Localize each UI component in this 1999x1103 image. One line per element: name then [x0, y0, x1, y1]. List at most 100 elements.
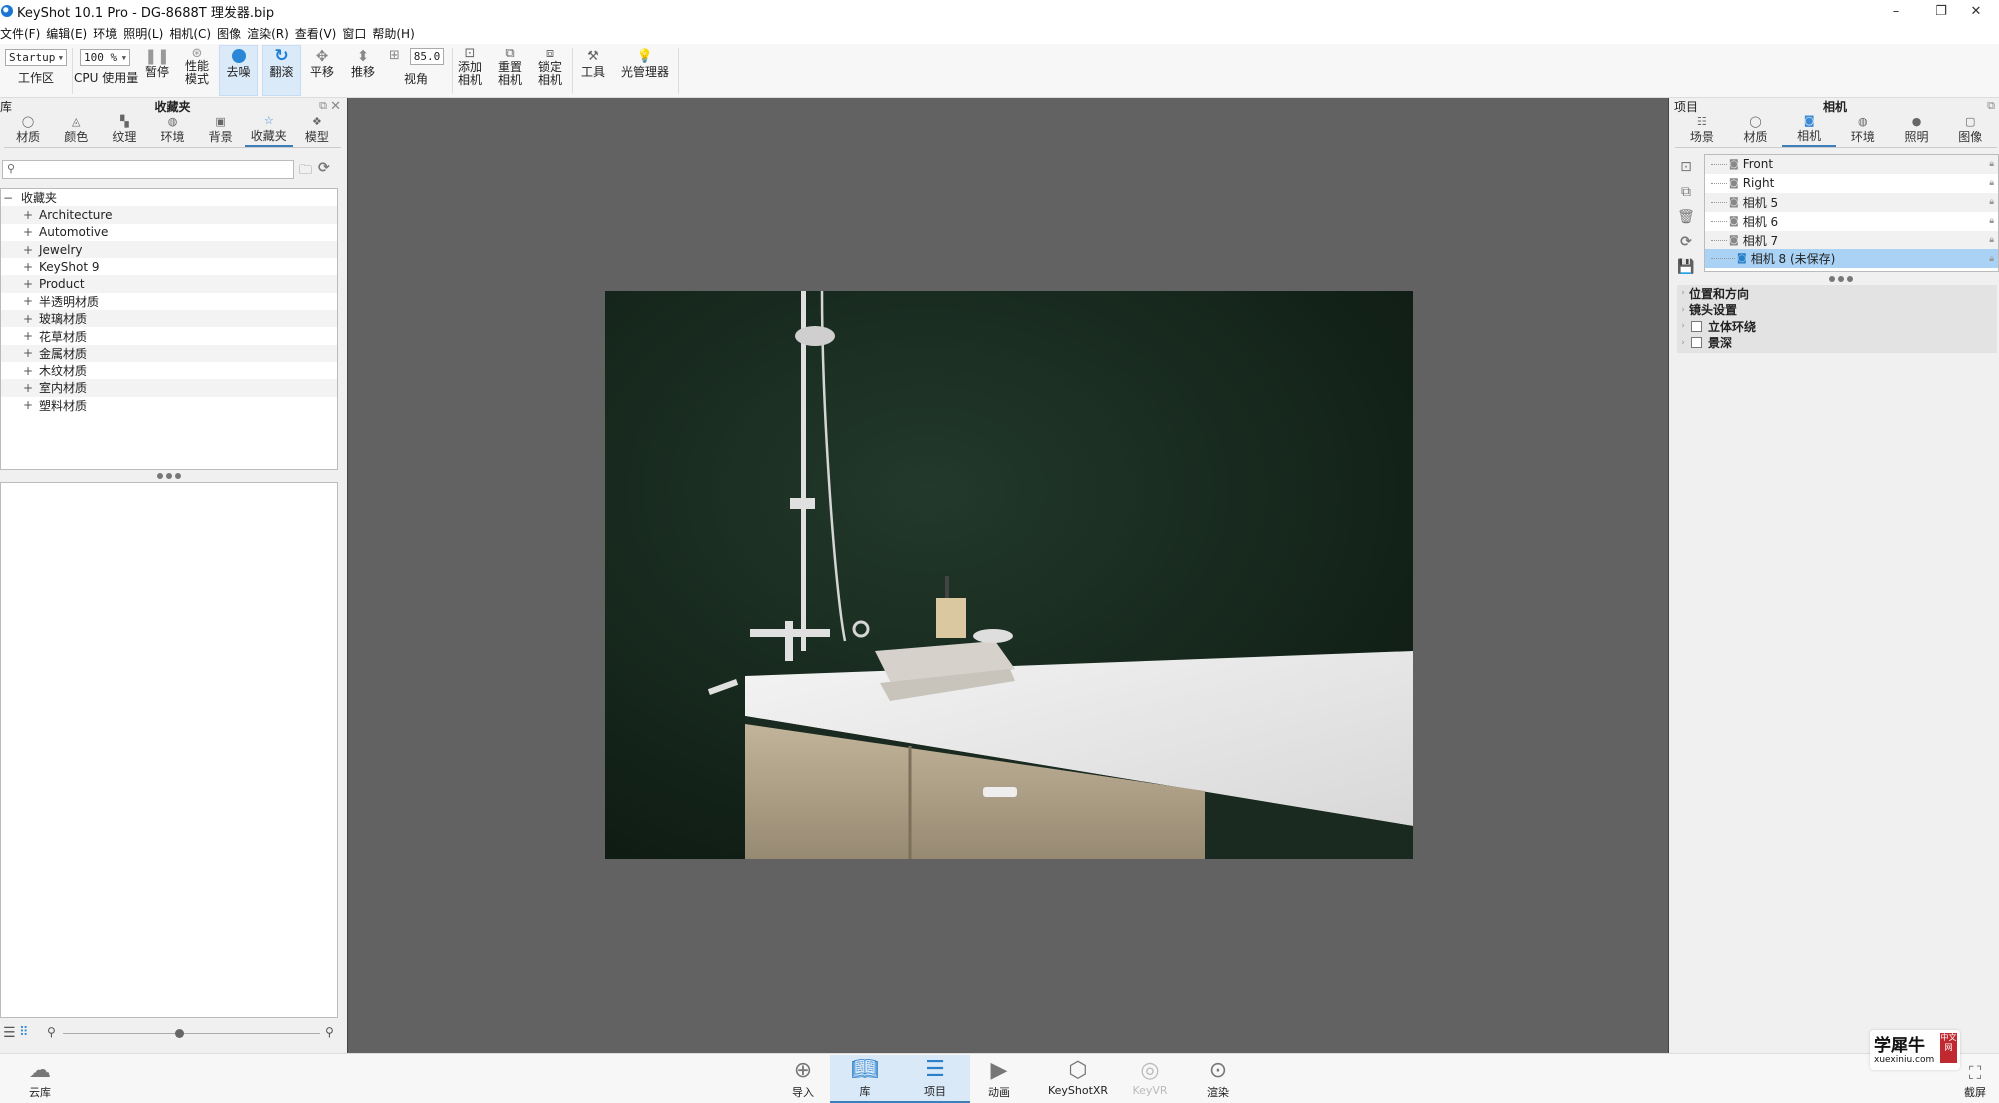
expand-icon[interactable]: +: [21, 225, 35, 239]
chevron-right-icon[interactable]: ›: [1677, 305, 1689, 315]
camera-list-item[interactable]: ◙ Right 🔒︎: [1705, 174, 1998, 193]
tree-item[interactable]: + Product: [1, 275, 337, 293]
workspace-select[interactable]: Startup ▼: [5, 49, 67, 66]
expand-icon[interactable]: +: [21, 208, 35, 222]
tools-button[interactable]: ⚒ 工具: [578, 46, 608, 79]
cloud-library-button[interactable]: ☁ 云库: [22, 1056, 58, 1100]
menu-file[interactable]: 文件(F): [0, 25, 44, 42]
lock-icon[interactable]: 🔒︎: [1989, 254, 1994, 264]
cpu-usage-select[interactable]: 100 % ▼: [80, 49, 130, 66]
menu-help[interactable]: 帮助(H): [372, 25, 418, 42]
lock-icon[interactable]: 🔒︎: [1989, 216, 1994, 226]
expand-icon[interactable]: +: [21, 381, 35, 395]
close-panel-icon[interactable]: ✕: [330, 99, 341, 114]
denoise-button[interactable]: 去噪: [219, 45, 258, 96]
list-view-icon[interactable]: ☰: [3, 1025, 16, 1041]
tree-item[interactable]: + Automotive: [1, 223, 337, 241]
chevron-right-icon[interactable]: ›: [1677, 321, 1689, 331]
menu-window[interactable]: 窗口: [342, 25, 370, 42]
tree-root[interactable]: − 收藏夹: [1, 189, 337, 207]
lock-icon[interactable]: 🔒︎: [1989, 159, 1994, 169]
chevron-right-icon[interactable]: ›: [1677, 288, 1689, 298]
panel-splitter-handle[interactable]: [0, 472, 338, 480]
real-time-viewport[interactable]: [347, 98, 1669, 1053]
lock-icon[interactable]: 🔒︎: [1989, 235, 1994, 245]
bottom-project-button[interactable]: ☰ 项目: [900, 1055, 970, 1103]
expand-icon[interactable]: +: [21, 260, 35, 274]
menu-environment[interactable]: 环境: [93, 25, 121, 42]
add-folder-icon[interactable]: 🗀: [299, 161, 312, 183]
dolly-button[interactable]: ⬍ 推移: [348, 46, 378, 79]
reset-camera-button[interactable]: ⧉ 重置 相机: [495, 46, 525, 87]
float-panel-icon[interactable]: ⧉: [319, 99, 327, 113]
tab-background[interactable]: ▣ 背景: [197, 114, 245, 147]
thumbnail-size-slider[interactable]: [63, 1029, 320, 1038]
pause-button[interactable]: ❚❚ 暂停: [142, 46, 172, 79]
add-camera-button[interactable]: ⊡ 添加 相机: [455, 46, 485, 87]
collapse-icon[interactable]: −: [1, 191, 15, 205]
tree-item[interactable]: + 半透明材质: [1, 292, 337, 311]
property-section[interactable]: › 镜头设置: [1677, 302, 1997, 319]
tab-material[interactable]: ◯ 材质: [1729, 114, 1783, 147]
menu-view[interactable]: 查看(V): [295, 25, 341, 42]
bottom-library-button[interactable]: 📖︎ 库: [830, 1055, 900, 1103]
close-button[interactable]: ✕: [1953, 0, 1999, 22]
tree-item[interactable]: + 玻璃材质: [1, 310, 337, 328]
tab-favorites[interactable]: ☆ 收藏夹: [244, 114, 293, 147]
tumble-button[interactable]: ↻ 翻滚: [262, 45, 301, 96]
light-manager-button[interactable]: 💡 光管理器: [620, 46, 670, 79]
tree-item[interactable]: + 金属材质: [1, 344, 337, 362]
expand-icon[interactable]: +: [21, 312, 35, 326]
performance-mode-button[interactable]: ⊛ 性能 模式: [180, 46, 214, 86]
expand-icon[interactable]: +: [21, 346, 35, 360]
render-image[interactable]: [605, 291, 1413, 859]
menu-image[interactable]: 图像: [217, 25, 245, 42]
menu-edit[interactable]: 编辑(E): [46, 25, 91, 42]
zoom-out-icon[interactable]: ⚲: [47, 1025, 56, 1039]
camera-list-item[interactable]: ◙ 相机 5 🔒︎: [1705, 192, 1998, 212]
camera-list-item[interactable]: ◙ Front 🔒︎: [1705, 155, 1998, 174]
tree-item[interactable]: + 花草材质: [1, 327, 337, 345]
camera-list-item[interactable]: ◙ 相机 8 (未保存) 🔒︎: [1705, 249, 1998, 269]
slider-handle[interactable]: [174, 1029, 184, 1038]
tab-texture[interactable]: ▚ 纹理: [100, 114, 148, 147]
tab-environment[interactable]: ◍ 环境: [1836, 114, 1890, 147]
menu-lighting[interactable]: 照明(L): [123, 25, 167, 42]
property-section[interactable]: › 位置和方向: [1677, 285, 1997, 302]
library-search-input[interactable]: ⚲: [2, 160, 294, 179]
property-section[interactable]: › 立体环绕: [1677, 318, 1997, 335]
menu-camera[interactable]: 相机(C): [169, 25, 215, 42]
add-camera-icon[interactable]: ⊡: [1675, 154, 1697, 179]
minimize-button[interactable]: –: [1873, 0, 1919, 22]
tab-scene[interactable]: ☷ 场景: [1675, 114, 1729, 147]
expand-icon[interactable]: +: [21, 398, 35, 412]
tree-item[interactable]: + 塑料材质: [1, 396, 337, 414]
tree-item[interactable]: + 木纹材质: [1, 361, 337, 380]
tab-camera[interactable]: ◙ 相机: [1782, 114, 1837, 147]
tree-item[interactable]: + KeyShot 9: [1, 258, 337, 276]
tab-color[interactable]: ◬ 颜色: [52, 114, 100, 147]
tab-image[interactable]: ▢ 图像: [1943, 114, 1997, 147]
expand-icon[interactable]: +: [21, 329, 35, 343]
lock-camera-button[interactable]: ⧈ 锁定 相机: [535, 46, 565, 87]
tab-material[interactable]: ◯ 材质: [4, 114, 52, 147]
pan-button[interactable]: ✥ 平移: [307, 46, 337, 79]
lock-icon[interactable]: 🔒︎: [1989, 197, 1994, 207]
screenshot-button[interactable]: ⛶ 截屏: [1955, 1062, 1995, 1100]
zoom-in-icon[interactable]: ⚲: [325, 1025, 334, 1039]
tree-item[interactable]: + Jewelry: [1, 240, 337, 259]
fov-input[interactable]: 85.0: [410, 48, 444, 65]
bottom-keyshotxr-button[interactable]: ⬡ KeyShotXR: [1048, 1056, 1108, 1098]
section-checkbox[interactable]: [1691, 337, 1702, 349]
section-checkbox[interactable]: [1691, 320, 1702, 332]
float-panel-icon[interactable]: ⧉: [1987, 99, 1995, 113]
tab-model[interactable]: ❖ 模型: [293, 114, 341, 147]
property-section[interactable]: › 景深: [1677, 335, 1997, 352]
lock-icon[interactable]: 🔒︎: [1989, 178, 1994, 188]
camera-list-item[interactable]: ◙ 相机 6 🔒︎: [1705, 212, 1998, 231]
duplicate-camera-icon[interactable]: ⧉: [1675, 179, 1697, 204]
expand-icon[interactable]: +: [21, 277, 35, 291]
panel-splitter-handle[interactable]: [1811, 275, 1871, 283]
chevron-right-icon[interactable]: ›: [1677, 338, 1689, 348]
refresh-icon[interactable]: ⟳: [318, 160, 330, 176]
